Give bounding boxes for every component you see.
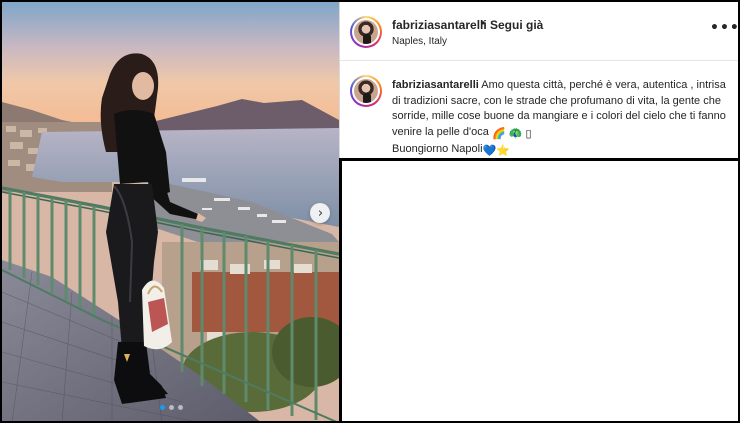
caption-line-2: Buongiorno Napoli💙⭐: [392, 142, 732, 160]
post-image: [2, 2, 339, 421]
following-button[interactable]: Segui già: [490, 18, 543, 32]
avatar-photo: [354, 79, 378, 103]
caption-username[interactable]: fabriziasantarelli: [392, 79, 479, 91]
post-photo[interactable]: ›: [2, 2, 339, 421]
carousel-dot-active: [160, 405, 165, 410]
caption-emojis: 🌈 🦚 ▯: [491, 127, 532, 140]
caption-author-avatar[interactable]: [350, 75, 382, 107]
next-photo-button[interactable]: ›: [310, 203, 330, 223]
carousel-dot: [169, 405, 174, 410]
carousel-dot: [178, 405, 183, 410]
more-options-icon[interactable]: •••: [710, 20, 738, 36]
post-caption: fabriziasantarelli Amo questa città, per…: [392, 78, 732, 160]
blank-overlay-area: [339, 158, 738, 421]
caption-greeting: Buongiorno Napoli: [392, 143, 483, 155]
chevron-right-icon: ›: [317, 205, 324, 221]
carousel-dots: [160, 405, 183, 410]
instagram-post-window: › fabriziasantarelli • Segui già Naples,…: [0, 0, 740, 423]
author-username[interactable]: fabriziasantarelli: [392, 18, 487, 32]
post-location[interactable]: Naples, Italy: [392, 36, 447, 47]
avatar-photo: [354, 20, 378, 44]
post-header: fabriziasantarelli • Segui già Naples, I…: [340, 2, 738, 61]
author-avatar[interactable]: [350, 16, 382, 48]
header-separator: •: [481, 16, 486, 30]
